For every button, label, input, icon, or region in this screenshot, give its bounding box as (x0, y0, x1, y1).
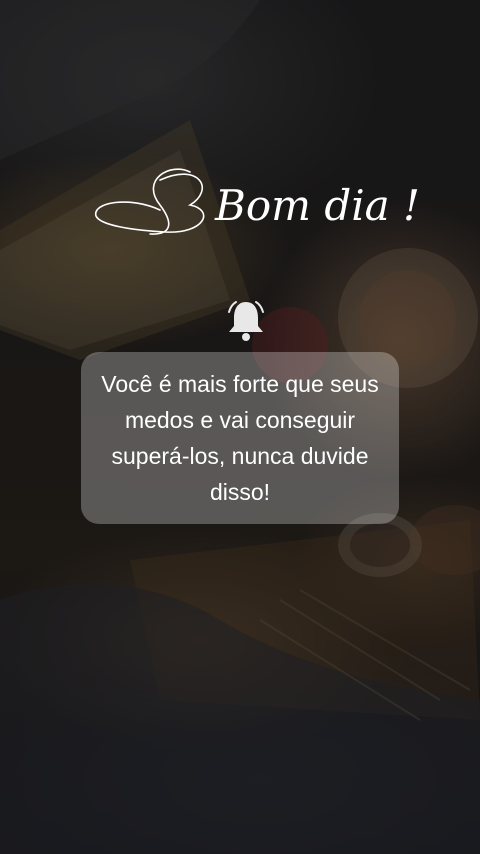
bell-icon (226, 298, 266, 342)
greeting-title: Bom dia ! (0, 150, 480, 260)
message-text: Você é mais forte que seus medos e vai c… (101, 371, 379, 505)
greeting-text: Bom dia ! (214, 181, 420, 230)
message-card: Você é mais forte que seus medos e vai c… (81, 352, 399, 524)
